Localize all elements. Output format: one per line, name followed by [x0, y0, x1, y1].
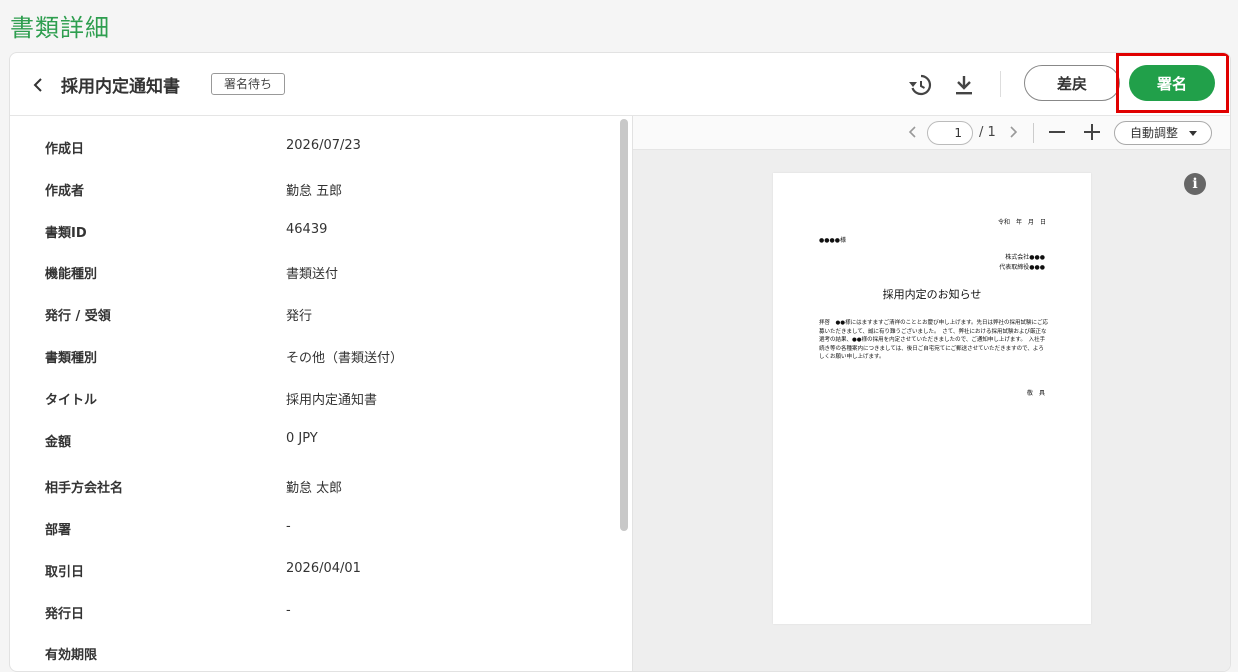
detail-value: -: [286, 603, 291, 618]
detail-row: タイトル 採用内定通知書: [10, 389, 610, 431]
doc-sender-company: 株式会社●●●: [1005, 254, 1045, 261]
detail-row: 金額 0 JPY: [10, 431, 610, 473]
plus-icon: [1084, 124, 1100, 140]
detail-row: 作成者 勤怠 五郎: [10, 180, 610, 222]
page-title: 書類詳細: [10, 14, 110, 42]
detail-value: 発行: [286, 309, 313, 324]
detail-label: 取引日: [45, 565, 85, 580]
detail-row: 書類ID 46439: [10, 222, 610, 264]
detail-value: 書類送付: [286, 267, 339, 282]
detail-value: 2026/07/23: [286, 138, 361, 153]
detail-label: 発行日: [45, 607, 85, 622]
viewer-toolbar: 1 / 1 自動調整: [633, 116, 1230, 150]
history-icon: [909, 74, 932, 96]
doc-sender-rep: 代表取締役●●●: [999, 264, 1045, 271]
page-number-input[interactable]: 1: [927, 121, 973, 145]
detail-value: その他（書類送付）: [286, 351, 404, 366]
zoom-select-label: 自動調整: [1130, 126, 1179, 140]
detail-label: 作成者: [45, 184, 85, 199]
status-badge: 署名待ち: [211, 73, 286, 95]
doc-date-line: 令和 年 月 日: [997, 219, 1046, 226]
detail-row: 部署 -: [10, 519, 610, 561]
doc-title: 採用内定のお知らせ: [882, 288, 982, 301]
detail-label: タイトル: [45, 393, 98, 408]
document-details-panel: 作成日 2026/07/23 作成者 勤怠 五郎 書類ID 46439 機能種別 書類送…: [10, 116, 632, 671]
back-button[interactable]: [28, 73, 48, 97]
detail-header: 採用内定通知書 署名待ち 差戻 署名: [10, 53, 1230, 116]
detail-value: 2026/04/01: [286, 561, 361, 576]
detail-label: 有効期限: [45, 648, 98, 663]
detail-row: 発行日 -: [10, 603, 610, 645]
doc-recipient: ●●●●様: [819, 237, 846, 244]
detail-label: 相手方会社名: [45, 481, 124, 496]
caret-down-icon: [1189, 131, 1197, 136]
detail-label: 書類種別: [45, 351, 98, 366]
minus-icon: [1049, 131, 1065, 133]
document-page-preview: 令和 年 月 日 ●●●●様 株式会社●●● 代表取締役●●● 採用内定のお知ら…: [773, 173, 1091, 624]
doc-closing: 敬 具: [1026, 390, 1045, 397]
detail-value: 勤怠 太郎: [286, 481, 343, 496]
detail-row: 作成日 2026/07/23: [10, 138, 610, 180]
prev-page-button[interactable]: [903, 122, 923, 142]
download-icon: [956, 76, 972, 95]
history-button[interactable]: [906, 71, 934, 99]
detail-value: 46439: [286, 222, 328, 237]
next-page-button[interactable]: [1003, 122, 1023, 142]
detail-row: 書類種別 その他（書類送付）: [10, 347, 610, 389]
detail-value: -: [286, 519, 291, 534]
detail-label: 書類ID: [45, 226, 87, 241]
detail-label: 機能種別: [45, 267, 98, 282]
detail-value: 0 JPY: [286, 431, 318, 446]
document-preview-panel: 1 / 1 自動調整 i 令和 年 月 日 ●●●●様 株式会社●●● 代表取締…: [633, 116, 1230, 671]
zoom-in-button[interactable]: [1082, 122, 1102, 142]
header-divider: [1000, 71, 1001, 97]
detail-row: 取引日 2026/04/01: [10, 561, 610, 603]
info-icon[interactable]: i: [1184, 173, 1206, 195]
doc-body: 拝啓 ●●様にはますますご清祥のこととお慶び申し上げます。先日は弊社の採用試験に…: [819, 320, 1048, 360]
detail-label: 部署: [45, 523, 72, 538]
detail-row: 相手方会社名 勤怠 太郎: [10, 477, 610, 519]
download-button[interactable]: [950, 71, 978, 99]
return-button[interactable]: 差戻: [1024, 65, 1120, 101]
details-scrollbar[interactable]: [620, 119, 628, 531]
page-total: / 1: [979, 125, 996, 140]
zoom-out-button[interactable]: [1047, 122, 1067, 142]
toolbar-divider: [1033, 123, 1034, 143]
chevron-left-icon: [908, 126, 916, 138]
detail-row: 発行 / 受領 発行: [10, 305, 610, 347]
zoom-select[interactable]: 自動調整: [1114, 121, 1212, 145]
detail-label: 金額: [45, 435, 72, 450]
chevron-right-icon: [1010, 126, 1018, 138]
chevron-left-icon: [33, 78, 42, 92]
detail-label: 作成日: [45, 142, 85, 157]
detail-row: 有効期限: [10, 644, 610, 671]
sign-button[interactable]: 署名: [1129, 65, 1215, 101]
detail-value: 採用内定通知書: [286, 393, 378, 408]
detail-label: 発行 / 受領: [45, 309, 111, 324]
document-detail-card: 採用内定通知書 署名待ち 差戻 署名 作成日 2026/07/23 作成者 勤怠 五…: [9, 52, 1231, 672]
detail-row: 機能種別 書類送付: [10, 263, 610, 305]
document-title: 採用内定通知書: [61, 77, 180, 97]
detail-value: 勤怠 五郎: [286, 184, 343, 199]
